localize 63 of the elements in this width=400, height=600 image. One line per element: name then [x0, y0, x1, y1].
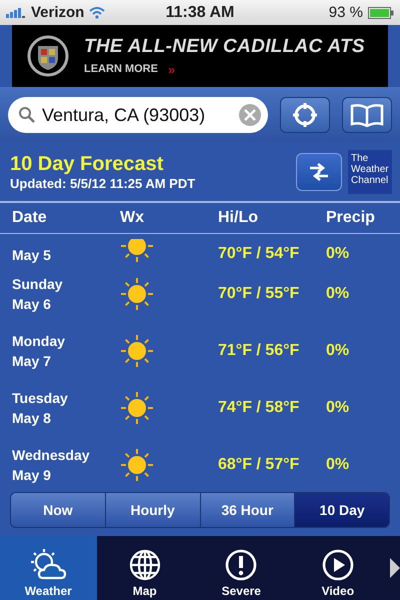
more-arrow-icon[interactable]: [390, 558, 400, 578]
arrows-icon: [308, 163, 330, 181]
play-icon: [320, 548, 355, 582]
day-name: Wednesday: [12, 446, 91, 462]
forecast-title: 10 Day Forecast: [10, 153, 164, 176]
crest-icon: [26, 34, 70, 78]
sun-icon: [120, 334, 154, 368]
battery-percent: 93 %: [328, 4, 363, 21]
globe-icon: [128, 548, 162, 582]
search-icon: [18, 106, 36, 124]
search-field[interactable]: Ventura, CA (93003): [8, 97, 268, 133]
day-name: Sunday: [12, 276, 64, 292]
date-text: May 9: [12, 466, 52, 482]
crosshair-icon: [292, 102, 318, 128]
hi-lo-temp: 68°F / 57°F: [218, 456, 300, 474]
brand-logo: The Weather Channel: [348, 150, 392, 194]
carrier-name: Verizon: [31, 4, 84, 21]
column-header: Precip: [326, 209, 376, 227]
book-icon: [350, 103, 384, 127]
date-text: May 7: [12, 352, 52, 368]
wifi-icon: [89, 6, 106, 18]
sun-cloud-icon: [29, 548, 68, 582]
sun-icon: [120, 276, 154, 310]
segment-tab[interactable]: 36 Hour: [200, 493, 296, 527]
sun-icon: [120, 390, 154, 424]
column-header: Hi/Lo: [218, 209, 259, 227]
ad-headline: THE ALL-NEW CADILLAC ATS: [84, 36, 365, 58]
ad-banner[interactable]: THE ALL-NEW CADILLAC ATS LEARN MORE »: [12, 25, 388, 87]
chevron-mark: »: [168, 62, 176, 76]
segment-tab[interactable]: Now: [11, 493, 106, 527]
hi-lo-temp: 70°F / 55°F: [218, 284, 300, 302]
battery-icon: [368, 6, 394, 18]
tab-bar-item[interactable]: Severe: [193, 536, 290, 600]
tab-bar-item[interactable]: Map: [96, 536, 194, 600]
precip-value: 0%: [326, 342, 350, 360]
day-name: Tuesday: [12, 390, 69, 406]
segment-tab[interactable]: 10 Day: [295, 493, 389, 527]
tab-bar-item[interactable]: Weather: [0, 536, 97, 600]
day-name: Monday: [12, 332, 66, 348]
hi-lo-temp: 70°F / 54°F: [218, 245, 300, 263]
sun-icon: [120, 239, 154, 263]
segment-tab[interactable]: Hourly: [106, 493, 200, 527]
status-time: 11:38 AM: [166, 4, 234, 22]
swap-button[interactable]: [296, 153, 342, 191]
alert-icon: [224, 548, 258, 582]
precip-value: 0%: [326, 245, 350, 263]
hi-lo-temp: 74°F / 58°F: [218, 398, 300, 416]
date-text: May 6: [12, 296, 52, 312]
updated-time: Updated: 5/5/12 11:25 AM PDT: [10, 176, 196, 191]
precip-value: 0%: [326, 398, 350, 416]
date-text: May 5: [12, 247, 52, 263]
precip-value: 0%: [326, 284, 350, 302]
bookmarks-button[interactable]: [342, 97, 392, 133]
tab-bar-item[interactable]: Video: [290, 536, 386, 600]
precip-value: 0%: [326, 456, 350, 474]
hi-lo-temp: 71°F / 56°F: [218, 342, 300, 360]
sun-icon: [120, 448, 154, 482]
learn-more-link[interactable]: LEARN MORE: [84, 63, 158, 75]
signal-icon: [6, 8, 26, 18]
locate-button[interactable]: [280, 97, 330, 133]
date-text: May 8: [12, 410, 52, 426]
column-header: Date: [12, 209, 48, 227]
column-header: Wx: [120, 209, 145, 227]
